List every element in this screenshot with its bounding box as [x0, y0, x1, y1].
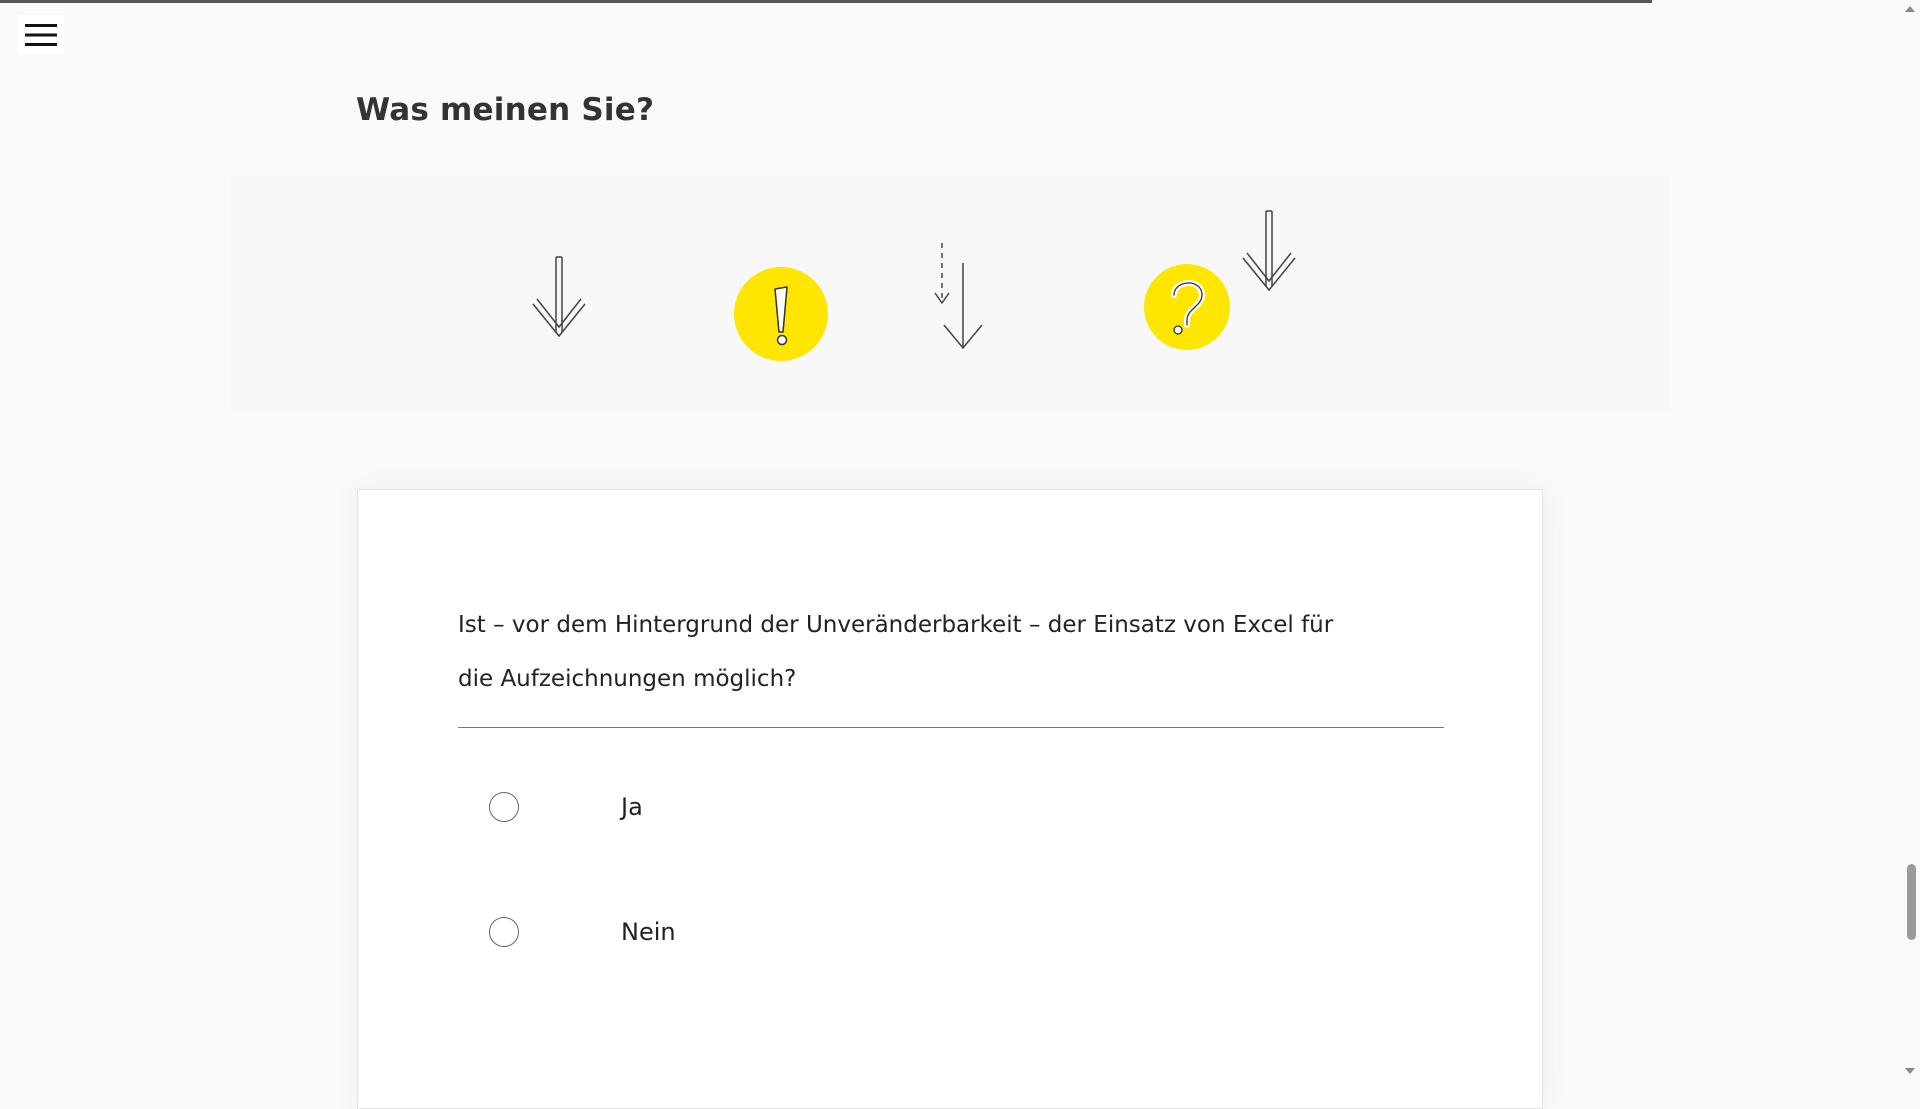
question-divider [458, 727, 1444, 728]
vertical-scrollbar[interactable] [1900, 0, 1920, 1080]
exclamation-icon [734, 267, 828, 361]
scrollbar-thumb[interactable] [1907, 864, 1916, 940]
progress-bar [0, 0, 1652, 3]
answer-label: Ja [621, 793, 643, 821]
answer-option-nein[interactable]: Nein [489, 912, 676, 952]
radio-button[interactable] [489, 792, 519, 822]
answer-option-ja[interactable]: Ja [489, 787, 643, 827]
hamburger-menu-icon [25, 24, 57, 46]
arrow-down-icon [1242, 210, 1296, 292]
menu-button[interactable] [18, 15, 64, 55]
dashed-arrows-down-icon [934, 243, 983, 350]
arrow-down-icon [532, 256, 586, 338]
scroll-up-arrow-icon[interactable] [1905, 6, 1915, 12]
question-icon [1144, 264, 1230, 350]
answer-label: Nein [621, 918, 676, 946]
page-title: Was meinen Sie? [356, 92, 655, 128]
scroll-down-arrow-icon[interactable] [1905, 1068, 1915, 1074]
quiz-card: Ist – vor dem Hintergrund der Unveränder… [357, 489, 1543, 1109]
illustration-banner [230, 176, 1670, 412]
question-text: Ist – vor dem Hintergrund der Unveränder… [458, 612, 1334, 692]
radio-button[interactable] [489, 917, 519, 947]
